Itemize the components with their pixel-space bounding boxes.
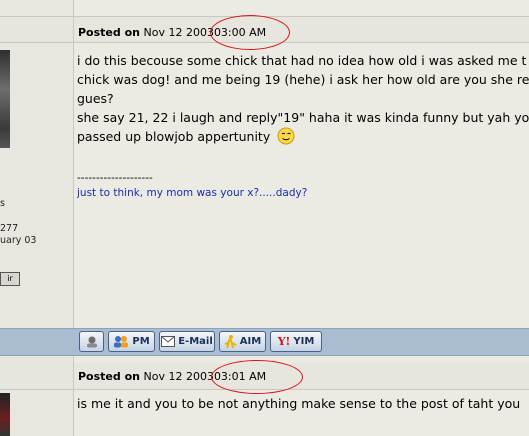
user-rank-badge: ir (0, 272, 20, 286)
post-date: Nov 12 2003 (143, 26, 214, 39)
post-date: Nov 12 2003 (143, 370, 214, 383)
avatar (0, 393, 10, 436)
badge-text: ir (7, 274, 13, 283)
sidebar-header (0, 363, 73, 390)
avatar (0, 50, 10, 148)
profile-button[interactable] (79, 331, 104, 352)
post-body: i do this becouse some chick that had no… (77, 51, 529, 146)
annotation-circle (210, 15, 290, 50)
annotation-circle (211, 360, 303, 394)
profile-icon (86, 336, 97, 348)
post-line-last: passed up blowjob appertunity (77, 127, 529, 146)
sidebar-header (0, 17, 73, 43)
aim-label: AIM (239, 336, 262, 347)
sidebar-line: s (0, 198, 5, 209)
post-line: is me it and you to be not anything make… (77, 396, 521, 411)
wink-smiley-icon (277, 127, 295, 145)
people-icon (114, 336, 129, 348)
yim-button[interactable]: Y! YIM (270, 331, 322, 352)
post-line: i do this becouse some chick that had no… (77, 53, 527, 68)
post-line: gues? (77, 91, 114, 106)
email-button[interactable]: E-Mail (159, 331, 215, 352)
aim-running-man-icon (224, 334, 237, 348)
yim-label: YIM (293, 336, 315, 347)
signature: just to think, my mom was your x?.....da… (77, 187, 308, 199)
post-line: passed up blowjob appertunity (77, 129, 271, 144)
envelope-icon (161, 336, 176, 347)
email-label: E-Mail (178, 336, 213, 347)
posted-on-label: Posted on (78, 26, 140, 39)
aim-button[interactable]: AIM (219, 331, 266, 352)
sidebar-line: 277 (0, 223, 19, 234)
sidebar-line: uary 03 (0, 235, 37, 246)
posted-on-label: Posted on (78, 370, 140, 383)
pm-label: PM (132, 336, 150, 347)
post-body: is me it and you to be not anything make… (77, 394, 520, 413)
yahoo-icon: Y! (277, 335, 291, 348)
pm-button[interactable]: PM (108, 331, 155, 352)
post-line: she say 21, 22 i laugh and reply"19" hah… (77, 110, 529, 125)
signature-divider: -------------------- (77, 172, 153, 184)
post-line: chick was dog! and me being 19 (hehe) i … (77, 72, 529, 87)
